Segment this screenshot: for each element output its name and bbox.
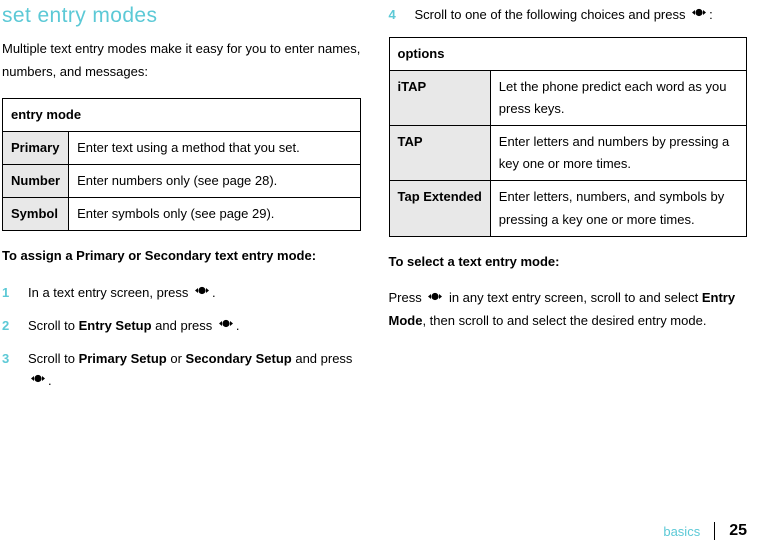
table-row: TAP Enter letters and numbers by pressin…: [389, 126, 747, 181]
options-table: options iTAP Let the phone predict each …: [389, 37, 748, 237]
select-body-post: , then scroll to and select the desired …: [422, 313, 706, 328]
table-header: entry mode: [3, 98, 361, 131]
step-em2: Secondary Setup: [186, 351, 292, 366]
nav-key-icon: [689, 3, 709, 26]
step-item: 1 In a text entry screen, press .: [2, 282, 361, 305]
step-text-end: .: [48, 373, 52, 388]
step-text: Scroll to: [28, 318, 79, 333]
footer-section-label: basics: [663, 524, 700, 539]
step-text-end: .: [212, 285, 216, 300]
row-label: Primary: [3, 131, 69, 164]
step-item: 4 Scroll to one of the following choices…: [389, 4, 748, 27]
nav-key-icon: [28, 369, 48, 392]
step-number: 3: [2, 348, 9, 371]
table-header: options: [389, 37, 747, 70]
row-label: Number: [3, 164, 69, 197]
select-body-pre: Press: [389, 290, 426, 305]
select-heading: To select a text entry mode:: [389, 251, 748, 274]
table-row: Symbol Enter symbols only (see page 29).: [3, 197, 361, 230]
steps-list: 1 In a text entry screen, press . 2 Scro…: [2, 282, 361, 394]
step-number: 4: [389, 4, 396, 27]
select-body: Press in any text entry screen, scroll t…: [389, 287, 748, 333]
table-row: Number Enter numbers only (see page 28).: [3, 164, 361, 197]
intro-paragraph: Multiple text entry modes make it easy f…: [2, 38, 361, 84]
nav-key-icon: [192, 281, 212, 304]
select-body-mid: in any text entry screen, scroll to and …: [445, 290, 702, 305]
row-label: TAP: [389, 126, 490, 181]
step-item: 2 Scroll to Entry Setup and press .: [2, 315, 361, 338]
table-row: Tap Extended Enter letters, numbers, and…: [389, 181, 747, 236]
row-label: iTAP: [389, 71, 490, 126]
step-number: 1: [2, 282, 9, 305]
step-em: Entry Setup: [79, 318, 152, 333]
step-text-mid: and press: [152, 318, 216, 333]
right-column: 4 Scroll to one of the following choices…: [389, 4, 748, 403]
footer-page-number: 25: [729, 522, 747, 540]
step-text-end: .: [236, 318, 240, 333]
entry-mode-table: entry mode Primary Enter text using a me…: [2, 98, 361, 231]
step-text: Scroll to one of the following choices a…: [415, 7, 690, 22]
nav-key-icon: [425, 287, 445, 310]
step-em: Primary Setup: [79, 351, 167, 366]
footer-separator: [714, 522, 715, 540]
row-desc: Enter symbols only (see page 29).: [69, 197, 360, 230]
step-text-end: :: [709, 7, 713, 22]
assign-heading: To assign a Primary or Secondary text en…: [2, 245, 361, 268]
nav-key-icon: [216, 314, 236, 337]
row-desc: Enter letters, numbers, and symbols by p…: [490, 181, 746, 236]
row-label: Symbol: [3, 197, 69, 230]
step-item: 3 Scroll to Primary Setup or Secondary S…: [2, 348, 361, 394]
section-title: set entry modes: [2, 4, 361, 28]
step-text-mid: or: [167, 351, 186, 366]
left-column: set entry modes Multiple text entry mode…: [2, 4, 361, 403]
table-row: iTAP Let the phone predict each word as …: [389, 71, 747, 126]
step-text: In a text entry screen, press: [28, 285, 192, 300]
row-desc: Let the phone predict each word as you p…: [490, 71, 746, 126]
step-number: 2: [2, 315, 9, 338]
steps-list-continued: 4 Scroll to one of the following choices…: [389, 4, 748, 27]
row-label: Tap Extended: [389, 181, 490, 236]
page-footer: basics 25: [663, 522, 747, 540]
row-desc: Enter letters and numbers by pressing a …: [490, 126, 746, 181]
row-desc: Enter text using a method that you set.: [69, 131, 360, 164]
row-desc: Enter numbers only (see page 28).: [69, 164, 360, 197]
step-text-mid2: and press: [292, 351, 353, 366]
step-text: Scroll to: [28, 351, 79, 366]
table-row: Primary Enter text using a method that y…: [3, 131, 361, 164]
